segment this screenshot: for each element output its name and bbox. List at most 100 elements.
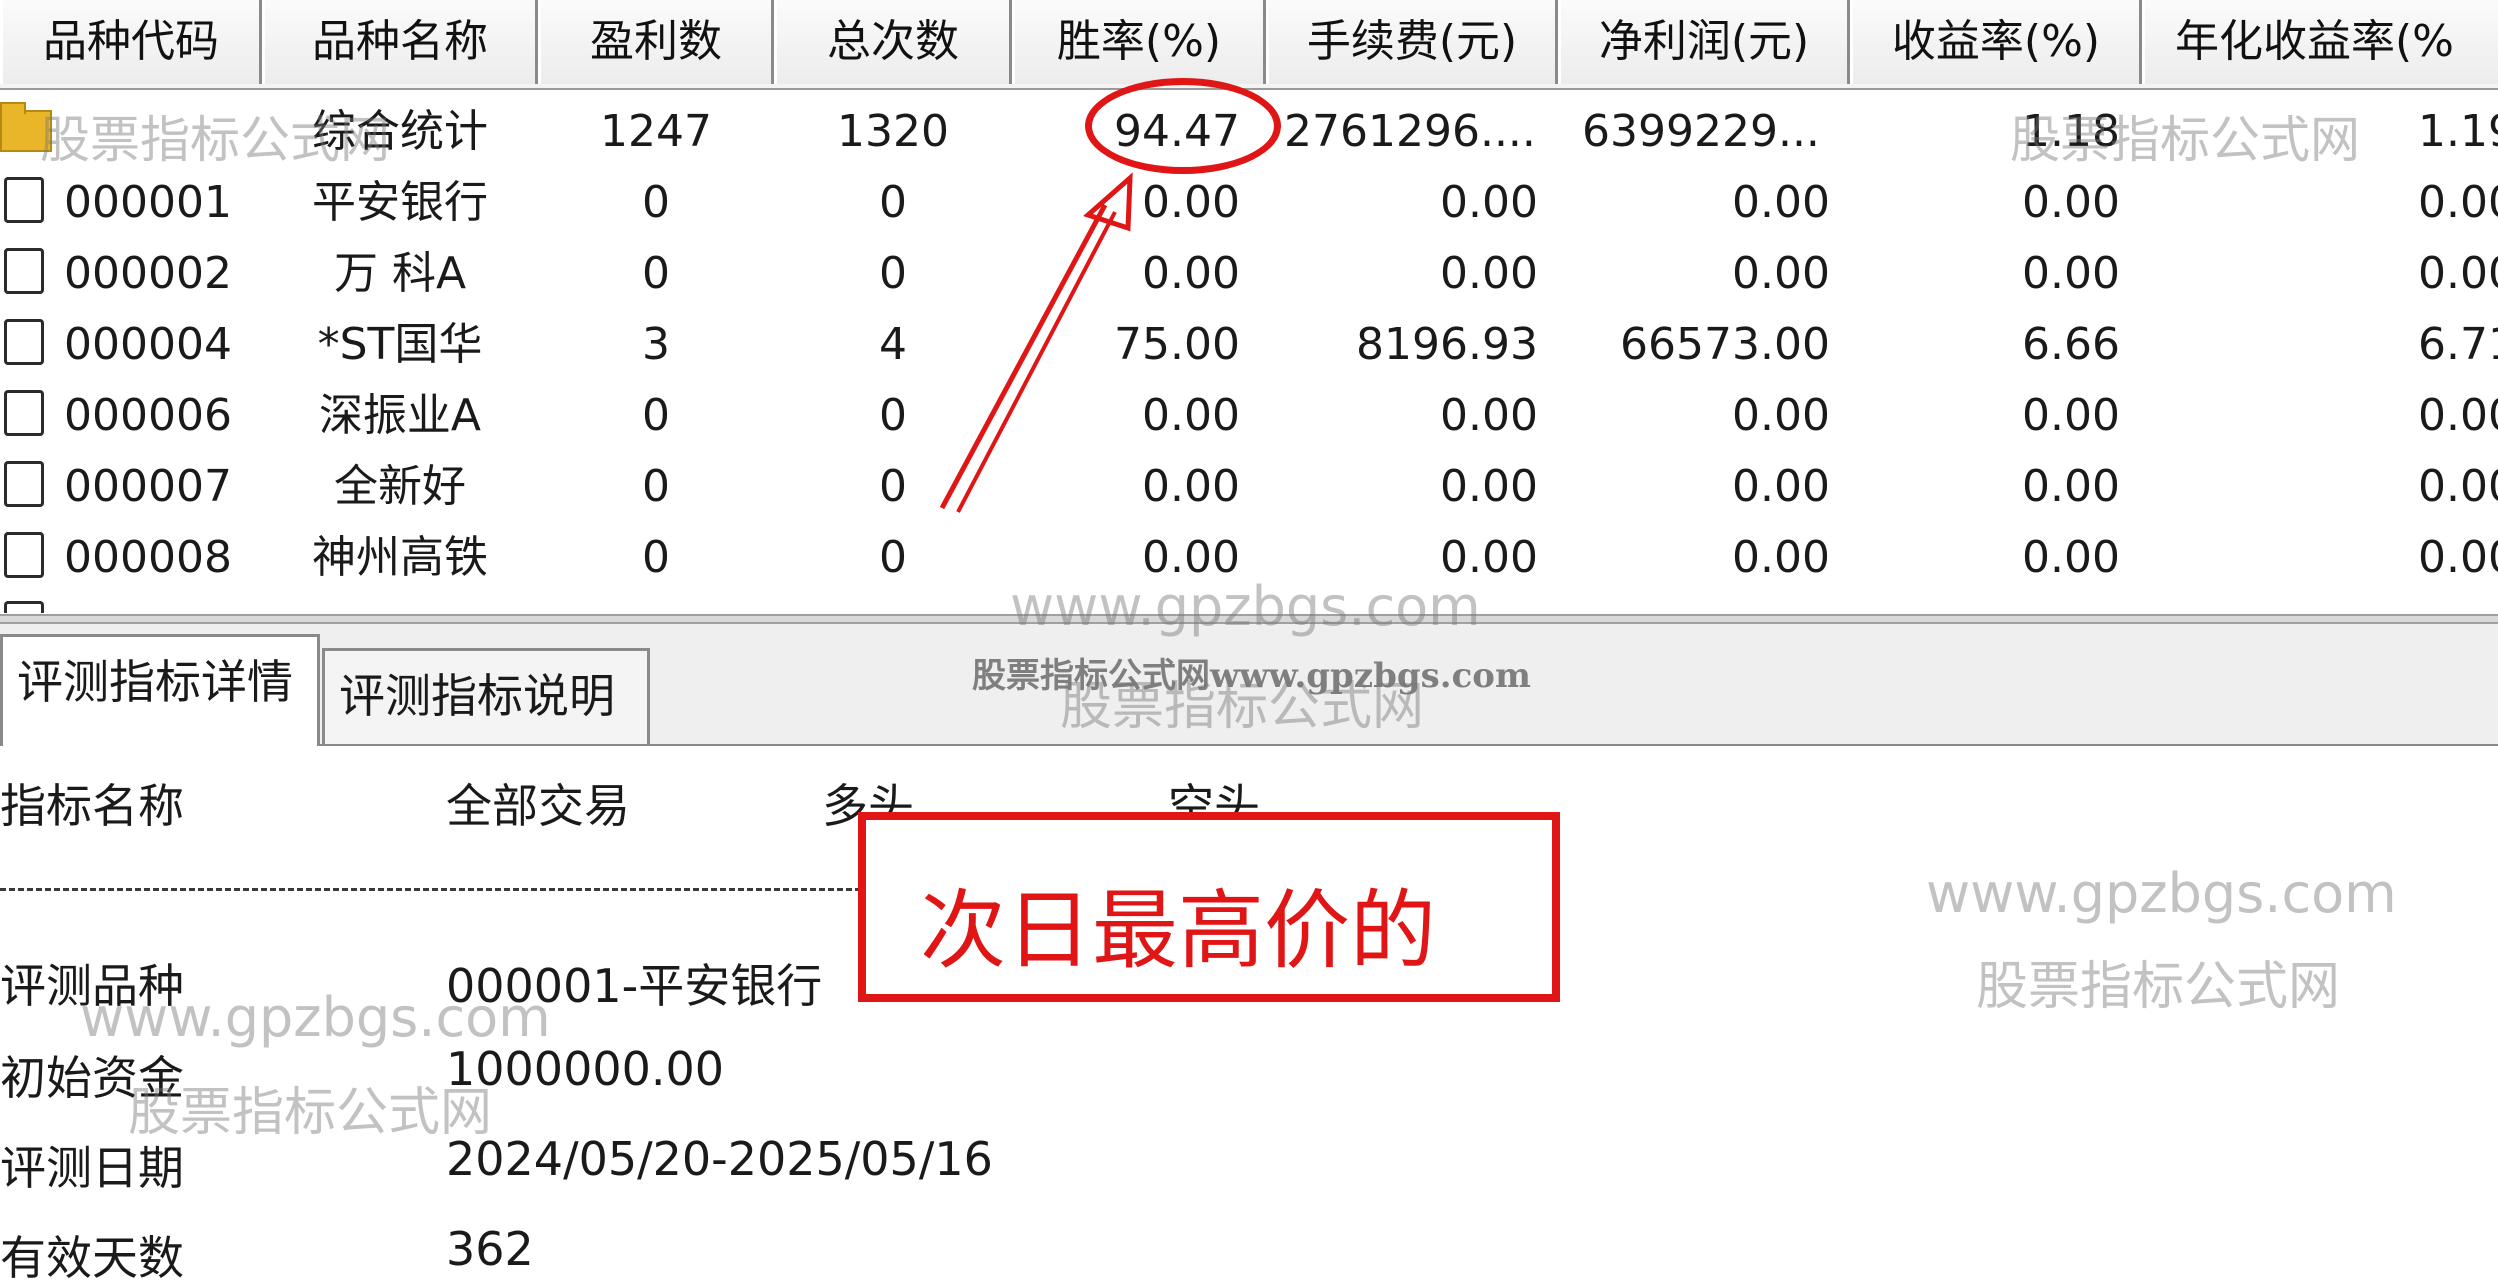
detail-label: 初始资金 xyxy=(0,1051,184,1105)
detail-label: 评测品种 xyxy=(0,959,184,1013)
cell-code: 000007 xyxy=(64,461,232,512)
detail-label: 评测日期 xyxy=(0,1141,184,1195)
cell-return-rate: 0.00 xyxy=(2022,461,2120,512)
cell-total-count: 1320 xyxy=(837,106,949,157)
cell-code: 000008 xyxy=(64,532,232,583)
file-icon xyxy=(4,319,44,365)
table-row[interactable]: 000004 *ST国华 3 4 75.00 8196.93 66573.00 … xyxy=(0,309,2498,380)
cell-annual-return: 6.71 xyxy=(2418,319,2498,370)
cell-name: 深振业A xyxy=(318,390,482,441)
cell-fee: 0.00 xyxy=(1440,461,1538,512)
annotation-text: 次日最高价的 xyxy=(920,881,1436,981)
cell-annual-return: 0.00 xyxy=(2418,177,2498,228)
column-header-win-rate[interactable]: 胜率(%) xyxy=(1012,0,1266,84)
table-header: 品种代码 品种名称 盈利数 总次数 胜率(%) 手续费(元) 净利润(元) 收益… xyxy=(0,0,2498,90)
detail-value: 1000000.00 xyxy=(446,1042,725,1096)
cell-win-count: 0 xyxy=(642,532,670,583)
cell-return-rate: 0.00 xyxy=(2022,532,2120,583)
detail-header-name: 指标名称 xyxy=(0,779,184,833)
cell-net-profit: 0.00 xyxy=(1732,248,1830,299)
results-table: 品种代码 品种名称 盈利数 总次数 胜率(%) 手续费(元) 净利润(元) 收益… xyxy=(0,0,2498,614)
cell-win-count: 1247 xyxy=(600,106,712,157)
cell-fee: 0.00 xyxy=(1440,177,1538,228)
cell-total-count: 0 xyxy=(879,461,907,512)
cell-annual-return: 1.19 xyxy=(2418,106,2498,157)
cell-code: 000001 xyxy=(64,177,232,228)
table-row[interactable]: 000008 神州高铁 0 0 0.00 0.00 0.00 0.00 0.00 xyxy=(0,522,2498,593)
cell-total-count: 4 xyxy=(879,319,907,370)
cell-win-count: 0 xyxy=(642,390,670,441)
cell-fee: 0.00 xyxy=(1440,248,1538,299)
cell-net-profit: 6399229... xyxy=(1582,106,1820,157)
column-header-return-rate[interactable]: 收益率(%) xyxy=(1850,0,2142,84)
cell-win-rate: 0.00 xyxy=(1142,390,1240,441)
cell-code: 000004 xyxy=(64,319,232,370)
cell-return-rate: 0.00 xyxy=(2022,390,2120,441)
cell-net-profit: 0.00 xyxy=(1732,390,1830,441)
table-row[interactable]: 000002 万 科A 0 0 0.00 0.00 0.00 0.00 0.00 xyxy=(0,238,2498,309)
table-row-partial[interactable] xyxy=(0,593,2498,613)
cell-win-rate: 75.00 xyxy=(1114,319,1240,370)
cell-win-count: 0 xyxy=(642,461,670,512)
column-header-code[interactable]: 品种代码 xyxy=(0,0,262,84)
cell-fee: 8196.93 xyxy=(1356,319,1538,370)
cell-win-count: 0 xyxy=(642,177,670,228)
column-header-annual-return[interactable]: 年化收益率(% xyxy=(2142,0,2498,84)
cell-win-count: 0 xyxy=(642,248,670,299)
cell-win-rate: 0.00 xyxy=(1142,461,1240,512)
pane-splitter[interactable] xyxy=(0,614,2498,624)
cell-win-rate: 0.00 xyxy=(1142,177,1240,228)
cell-win-rate: 0.00 xyxy=(1142,248,1240,299)
file-icon xyxy=(4,248,44,294)
cell-total-count: 0 xyxy=(879,177,907,228)
cell-name: 全新好 xyxy=(334,461,466,512)
cell-code xyxy=(64,96,264,167)
cell-fee: 0.00 xyxy=(1440,390,1538,441)
cell-name: 综合统计 xyxy=(312,106,488,157)
table-row[interactable]: 000007 全新好 0 0 0.00 0.00 0.00 0.00 0.00 xyxy=(0,451,2498,522)
cell-return-rate: 0.00 xyxy=(2022,177,2120,228)
cell-fee: 0.00 xyxy=(1440,532,1538,583)
cell-name: 平安银行 xyxy=(312,177,488,228)
file-icon xyxy=(4,461,44,507)
cell-return-rate: 0.00 xyxy=(2022,248,2120,299)
detail-value: 2024/05/20-2025/05/16 xyxy=(446,1132,993,1186)
cell-net-profit: 66573.00 xyxy=(1620,319,1830,370)
column-header-fee[interactable]: 手续费(元) xyxy=(1266,0,1558,84)
cell-annual-return: 0.00 xyxy=(2418,532,2498,583)
tab-metric-description[interactable]: 评测指标说明 xyxy=(322,648,650,744)
cell-total-count: 0 xyxy=(879,390,907,441)
cell-total-count: 0 xyxy=(879,532,907,583)
detail-separator xyxy=(0,888,960,891)
cell-win-rate: 0.00 xyxy=(1142,532,1240,583)
cell-annual-return: 0.00 xyxy=(2418,248,2498,299)
cell-net-profit: 0.00 xyxy=(1732,461,1830,512)
file-icon xyxy=(4,532,44,578)
cell-net-profit: 0.00 xyxy=(1732,177,1830,228)
file-icon xyxy=(4,390,44,436)
cell-annual-return: 0.00 xyxy=(2418,390,2498,441)
tab-metric-details[interactable]: 评测指标详情 xyxy=(0,634,320,746)
cell-return-rate: 1.18 xyxy=(2022,106,2120,157)
highlight-ellipse xyxy=(1085,78,1281,174)
cell-name: 万 科A xyxy=(333,248,467,299)
cell-name: *ST国华 xyxy=(317,319,483,370)
column-header-name[interactable]: 品种名称 xyxy=(262,0,538,84)
column-header-win-count[interactable]: 盈利数 xyxy=(538,0,774,84)
detail-value: 362 xyxy=(446,1222,534,1276)
tab-bar: 评测指标详情 评测指标说明 xyxy=(0,624,2498,747)
cell-net-profit: 0.00 xyxy=(1732,532,1830,583)
cell-fee: 2761296.... xyxy=(1284,106,1536,157)
cell-code: 000006 xyxy=(64,390,232,441)
table-row[interactable]: 000001 平安银行 0 0 0.00 0.00 0.00 0.00 0.00 xyxy=(0,167,2498,238)
cell-code: 000002 xyxy=(64,248,232,299)
cell-annual-return: 0.00 xyxy=(2418,461,2498,512)
detail-header-all: 全部交易 xyxy=(446,779,630,833)
column-header-total-count[interactable]: 总次数 xyxy=(774,0,1012,84)
cell-name: 神州高铁 xyxy=(312,532,488,583)
cell-total-count: 0 xyxy=(879,248,907,299)
table-row[interactable]: 000006 深振业A 0 0 0.00 0.00 0.00 0.00 0.00 xyxy=(0,380,2498,451)
column-header-net-profit[interactable]: 净利润(元) xyxy=(1558,0,1850,84)
detail-value: 000001-平安银行 xyxy=(446,959,823,1013)
folder-icon xyxy=(0,102,52,152)
